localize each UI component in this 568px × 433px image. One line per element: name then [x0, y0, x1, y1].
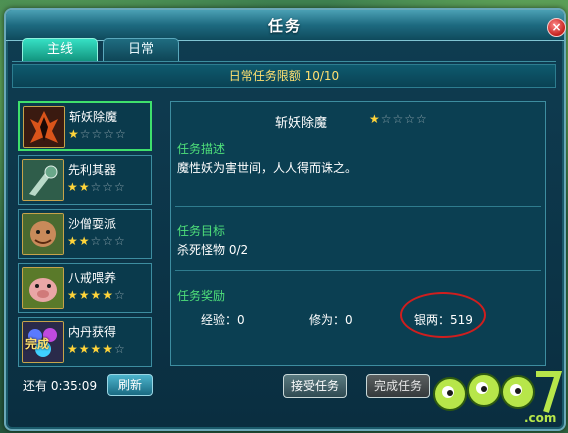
- tab-daily[interactable]: 日常: [103, 38, 179, 62]
- highlight-circle: [400, 292, 486, 338]
- close-icon[interactable]: ×: [547, 18, 566, 37]
- task-stars: ★★☆☆☆: [67, 180, 126, 194]
- demon-slayer-icon: [23, 106, 65, 148]
- reward-label: 任务奖励: [177, 289, 226, 303]
- task-stars: ★★★★☆: [67, 288, 126, 302]
- sha-seng-icon: [22, 213, 64, 255]
- task-stars: ★★★★☆: [67, 342, 126, 356]
- task-item-neidan[interactable]: 完成 内丹获得 ★★★★☆: [18, 317, 152, 367]
- task-name: 内丹获得: [68, 325, 117, 339]
- accept-task-button[interactable]: 接受任务: [283, 374, 347, 398]
- desc-label: 任务描述: [177, 142, 226, 156]
- task-name: 斩妖除魔: [69, 110, 118, 124]
- reward-xiuwei: 修为：0: [309, 313, 353, 327]
- task-name: 沙僧耍派: [68, 217, 117, 231]
- complete-task-button[interactable]: 完成任务: [366, 374, 430, 398]
- target-label: 任务目标: [177, 224, 226, 238]
- detail-title: 斩妖除魔: [275, 116, 328, 131]
- task-stars: ★★☆☆☆: [67, 234, 126, 248]
- task-detail-panel: 斩妖除魔 ★☆☆☆☆ 任务描述 魔性妖为害世间，人人得而诛之。 任务目标 杀死怪…: [170, 101, 546, 366]
- task-item-bajie[interactable]: 八戒喂养 ★★★★☆: [18, 263, 152, 313]
- weapon-icon: [22, 159, 64, 201]
- desc-text: 魔性妖为害世间，人人得而诛之。: [177, 161, 358, 175]
- completed-badge: 完成: [25, 337, 50, 351]
- task-name: 八戒喂养: [68, 271, 117, 285]
- orbs-icon: 完成: [22, 321, 64, 363]
- target-text: 杀死怪物 0/2: [177, 243, 249, 257]
- reward-exp: 经验：0: [201, 313, 245, 327]
- task-stars: ★☆☆☆☆: [68, 127, 127, 141]
- tab-divider: [12, 61, 556, 62]
- divider: [175, 206, 541, 207]
- divider: [175, 270, 541, 271]
- refresh-button[interactable]: 刷新: [107, 374, 153, 396]
- watermark-suffix: .com: [524, 411, 556, 425]
- task-item-xianli[interactable]: 先利其器 ★★☆☆☆: [18, 155, 152, 205]
- task-name: 先利其器: [68, 163, 117, 177]
- countdown-timer: 还有 0:35:09: [23, 379, 98, 393]
- title-bar: 任务: [6, 10, 564, 41]
- daily-limit-bar: 日常任务限额 10/10: [12, 64, 556, 88]
- detail-stars: ★☆☆☆☆: [369, 112, 428, 126]
- window-title: 任务: [267, 17, 302, 35]
- task-item-shaseng[interactable]: 沙僧耍派 ★★☆☆☆: [18, 209, 152, 259]
- tab-main[interactable]: 主线: [22, 38, 98, 62]
- task-item-zhanyao[interactable]: 斩妖除魔 ★☆☆☆☆: [18, 101, 152, 151]
- watermark-logo: .com: [428, 360, 566, 430]
- bajie-pig-icon: [22, 267, 64, 309]
